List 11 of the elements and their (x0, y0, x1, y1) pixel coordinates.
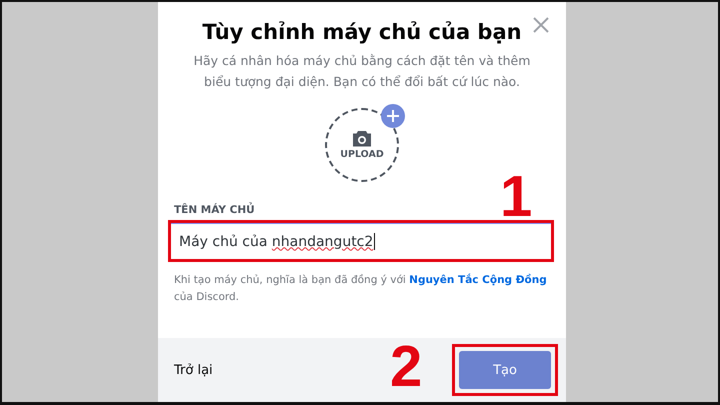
step-number: 2 (390, 338, 422, 396)
dialog-title: Tùy chỉnh máy chủ của bạn (202, 20, 522, 44)
step-number: 1 (500, 168, 532, 226)
dialog-description: Hãy cá nhân hóa máy chủ bằng cách đặt tên và thêm biểu tượng đại diện. Bạn có thể đổi bất cứ lúc nào. (192, 52, 532, 91)
create-button[interactable]: Tạo (459, 351, 551, 389)
guidelines-link[interactable]: Nguyên Tắc Cộng Đồng (409, 274, 547, 286)
terms-note: Khi tạo máy chủ, nghĩa là bạn đã đồng ý với Nguyên Tắc Cộng Đồng của Discord. (174, 272, 548, 305)
back-button[interactable]: Trở lại (174, 362, 213, 378)
plus-icon (381, 104, 405, 128)
camera-icon (352, 130, 372, 147)
field-label: TÊN MÁY CHỦ (174, 204, 256, 216)
